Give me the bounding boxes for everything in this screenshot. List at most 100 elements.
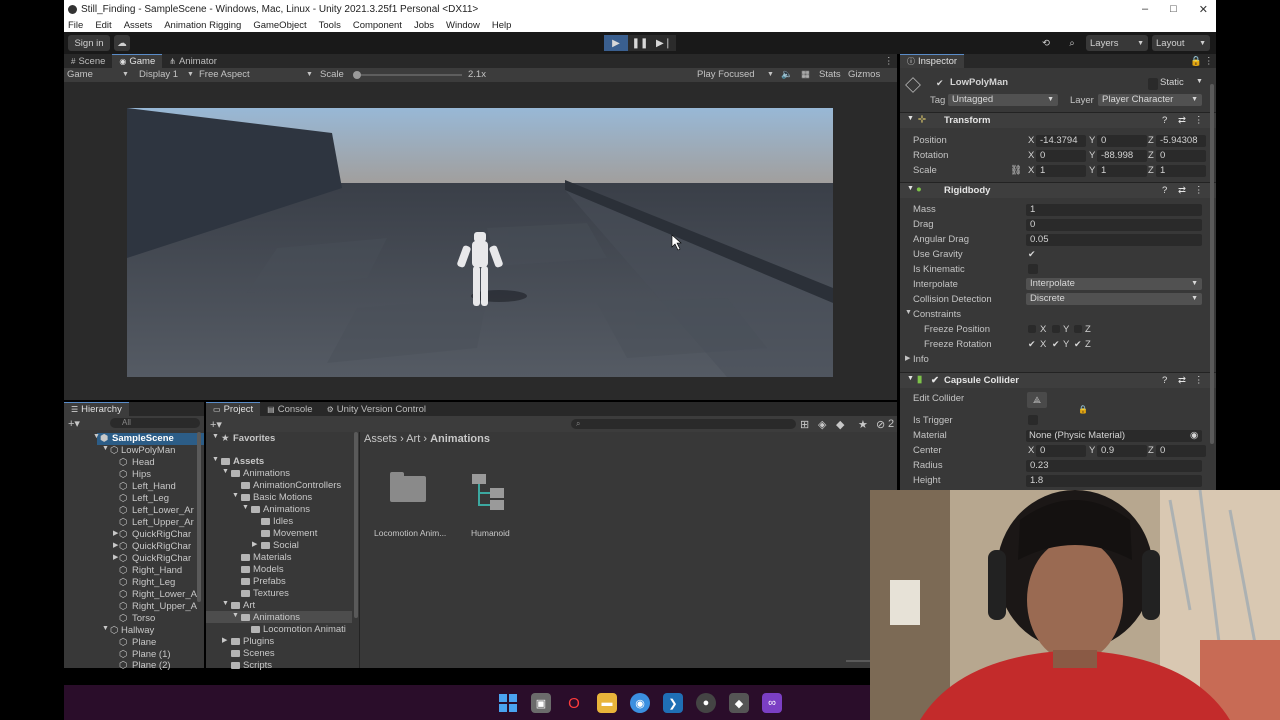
search-by-type-icon[interactable]: ⊞ <box>800 418 809 431</box>
inspector-scrollbar[interactable] <box>1210 84 1214 444</box>
help-icon[interactable]: ? <box>1162 185 1167 196</box>
tree-folder[interactable]: Idles <box>273 516 293 527</box>
tree-folder[interactable]: Locomotion Animati <box>263 624 346 635</box>
mass-field[interactable] <box>1026 204 1202 216</box>
file-explorer-icon[interactable]: ▬ <box>597 693 617 713</box>
more-options-icon[interactable]: ⋮ <box>1194 185 1204 196</box>
active-checkbox[interactable]: ✔ <box>936 78 944 89</box>
game-mode-dropdown[interactable]: Game <box>67 69 93 80</box>
foldout-arrow-icon[interactable]: ▼ <box>102 625 109 632</box>
menu-gameobject[interactable]: GameObject <box>253 20 306 31</box>
foldout-arrow-icon[interactable]: ▶ <box>113 553 118 561</box>
layer-dropdown[interactable]: Player Character ▼ <box>1098 94 1202 106</box>
layers-dropdown[interactable]: Layers ▼ <box>1086 35 1148 51</box>
tab-project[interactable]: ▭ Project <box>206 402 261 416</box>
hierarchy-item[interactable]: Hips <box>132 469 151 480</box>
hierarchy-item[interactable]: Right_Lower_A <box>132 589 197 600</box>
stats-button[interactable]: Stats <box>819 69 841 80</box>
windows-start-icon[interactable] <box>498 693 518 713</box>
is-kinematic-checkbox[interactable] <box>1028 264 1038 274</box>
foldout-arrow-icon[interactable]: ▼ <box>222 468 229 475</box>
collision-detection-dropdown[interactable]: Discrete ▼ <box>1026 293 1202 305</box>
hierarchy-item[interactable]: Left_Hand <box>132 481 176 492</box>
tag-dropdown[interactable]: Untagged ▼ <box>948 94 1058 106</box>
breadcrumb-animations[interactable]: Animations <box>430 433 490 445</box>
foldout-arrow-icon[interactable]: ▼ <box>93 433 100 440</box>
foldout-arrow-icon[interactable]: ▼ <box>232 612 239 619</box>
tree-folder[interactable]: Basic Motions <box>253 492 312 503</box>
tab-game[interactable]: ◉ Game <box>112 54 163 68</box>
freeze-rotation-y-checkbox[interactable]: ✔ <box>1052 339 1060 350</box>
lock-icon[interactable]: 🔒 <box>1190 56 1202 67</box>
hierarchy-item[interactable]: Right_Leg <box>132 577 175 588</box>
interpolate-dropdown[interactable]: Interpolate ▼ <box>1026 278 1202 290</box>
menu-animation-rigging[interactable]: Animation Rigging <box>164 20 241 31</box>
tab-inspector[interactable]: ⓘ Inspector <box>900 54 965 68</box>
hierarchy-item[interactable]: Plane <box>132 637 156 648</box>
preset-icon[interactable]: ⇄ <box>1178 185 1186 196</box>
foldout-arrow-icon[interactable]: ▼ <box>907 185 914 192</box>
tree-folder[interactable]: Animations <box>263 504 310 515</box>
tree-folder[interactable]: Movement <box>273 528 317 539</box>
menu-window[interactable]: Window <box>446 20 480 31</box>
foldout-arrow-icon[interactable]: ▶ <box>113 529 118 537</box>
breadcrumb-assets[interactable]: Assets <box>364 433 397 445</box>
tree-folder[interactable]: Social <box>273 540 299 551</box>
foldout-arrow-icon[interactable]: ▶ <box>905 354 910 362</box>
help-icon[interactable]: ? <box>1162 375 1167 386</box>
capsule-enabled-checkbox[interactable]: ✔ <box>931 375 939 386</box>
hierarchy-scene[interactable]: SampleScene <box>112 433 174 444</box>
foldout-arrow-icon[interactable]: ▼ <box>232 492 239 499</box>
hierarchy-scrollbar[interactable] <box>197 432 201 602</box>
cloud-icon[interactable]: ☁ <box>114 35 130 51</box>
gizmos-dropdown[interactable]: Gizmos <box>848 69 880 80</box>
foldout-arrow-icon[interactable]: ▼ <box>212 433 219 440</box>
hierarchy-item[interactable]: QuickRigChar <box>132 553 191 564</box>
maximize-button[interactable]: □ <box>1170 3 1177 15</box>
foldout-arrow-icon[interactable]: ▼ <box>905 309 912 316</box>
hierarchy-item[interactable]: Head <box>132 457 155 468</box>
layout-dropdown[interactable]: Layout ▼ <box>1152 35 1210 51</box>
foldout-arrow-icon[interactable]: ▶ <box>222 636 227 644</box>
play-button[interactable]: ▶ <box>604 35 628 51</box>
tree-folder[interactable]: Scripts <box>243 660 272 671</box>
foldout-arrow-icon[interactable]: ▼ <box>212 456 219 463</box>
add-object-button[interactable]: +▾ <box>68 417 80 430</box>
step-button[interactable]: ▶❘ <box>652 35 676 51</box>
tree-folder[interactable]: AnimationControllers <box>253 480 341 491</box>
tab-version-control[interactable]: ⚙ Unity Version Control <box>320 402 433 416</box>
tree-folder-selected[interactable]: Animations <box>253 612 300 623</box>
hierarchy-item[interactable]: Right_Hand <box>132 565 182 576</box>
freeze-position-x-checkbox[interactable] <box>1028 325 1036 333</box>
transform-header[interactable]: ▼ ⊹ Transform ? ⇄ ⋮ <box>900 112 1216 128</box>
tree-folder[interactable]: Models <box>253 564 284 575</box>
foldout-arrow-icon[interactable]: ▼ <box>907 115 914 122</box>
hierarchy-item[interactable]: Hallway <box>121 625 154 636</box>
asset-tile[interactable]: Locomotion Anim... <box>370 470 450 540</box>
more-options-icon[interactable]: ⋮ <box>1194 375 1204 386</box>
rigidbody-header[interactable]: ▼ ● Rigidbody ? ⇄ ⋮ <box>900 182 1216 198</box>
hierarchy-item[interactable]: QuickRigChar <box>132 541 191 552</box>
menu-edit[interactable]: Edit <box>95 20 111 31</box>
hierarchy-item[interactable]: Left_Lower_Ar <box>132 505 194 516</box>
project-search-input[interactable]: ⌕ <box>571 419 796 429</box>
display-dropdown[interactable]: Display 1 <box>139 69 178 80</box>
tree-folder[interactable]: Textures <box>253 588 289 599</box>
drag-field[interactable] <box>1026 219 1202 231</box>
create-asset-button[interactable]: +▾ <box>210 418 222 431</box>
minimize-button[interactable]: – <box>1142 3 1148 15</box>
task-view-icon[interactable]: ▣ <box>531 693 551 713</box>
tab-hierarchy[interactable]: ☰ Hierarchy <box>64 402 129 416</box>
foldout-arrow-icon[interactable]: ▼ <box>242 504 249 511</box>
menu-jobs[interactable]: Jobs <box>414 20 434 31</box>
history-icon[interactable]: ⟲ <box>1036 35 1056 51</box>
edit-collider-button[interactable]: ⟁ <box>1027 392 1047 408</box>
use-gravity-checkbox[interactable]: ✔ <box>1028 249 1036 260</box>
search-icon[interactable]: ⌕ <box>1062 35 1082 51</box>
game-viewport[interactable] <box>127 108 833 377</box>
radius-field[interactable] <box>1026 460 1202 472</box>
hierarchy-item[interactable]: LowPolyMan <box>121 445 175 456</box>
more-options-icon[interactable]: ⋮ <box>1204 56 1214 67</box>
tab-console[interactable]: ▤ Console <box>260 402 319 416</box>
menu-help[interactable]: Help <box>492 20 512 31</box>
